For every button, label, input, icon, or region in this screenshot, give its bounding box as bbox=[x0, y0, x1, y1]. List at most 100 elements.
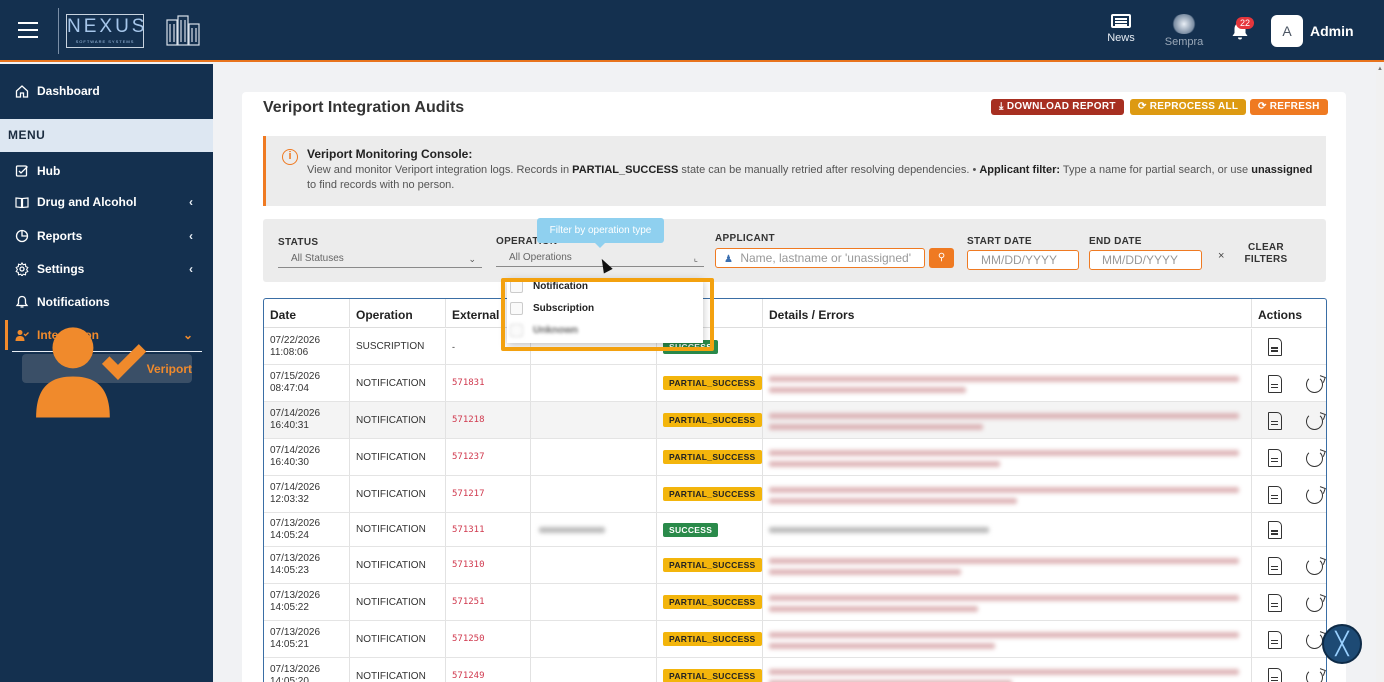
avatar[interactable]: A bbox=[1271, 15, 1303, 47]
operation-cell: NOTIFICATION bbox=[350, 621, 446, 657]
table-row[interactable]: 07/13/2026 14:05:21 NOTIFICATION 571250 PART… bbox=[264, 621, 1326, 658]
download-report-button[interactable]: ⤓ DOWNLOAD REPORT bbox=[991, 99, 1124, 115]
blurred-details bbox=[769, 527, 989, 533]
view-document-icon[interactable] bbox=[1268, 630, 1282, 649]
search-button[interactable]: ⚲ bbox=[929, 248, 954, 268]
table-row[interactable]: 07/13/2026 14:05:22 NOTIFICATION 571251 PART… bbox=[264, 584, 1326, 621]
applicant-cell bbox=[531, 439, 657, 475]
blurred-details bbox=[769, 642, 995, 649]
blurred-details bbox=[769, 449, 1239, 456]
retry-icon[interactable] bbox=[1306, 486, 1323, 504]
actions-cell bbox=[1252, 365, 1326, 401]
sidebar-item-settings[interactable]: Settings ‹ bbox=[0, 254, 213, 284]
external-id-cell[interactable]: 571250 bbox=[446, 621, 531, 657]
pie-chart-icon bbox=[15, 229, 29, 243]
page-scrollbar[interactable] bbox=[1376, 64, 1384, 682]
audits-table: Date Operation External Details / Errors… bbox=[263, 298, 1327, 682]
blurred-details bbox=[769, 423, 983, 430]
retry-icon[interactable] bbox=[1306, 594, 1323, 612]
status-badge: PARTIAL_SUCCESS bbox=[663, 595, 762, 609]
date-cell: 07/22/2026 11:08:06 bbox=[264, 329, 350, 364]
table-row[interactable]: 07/14/2026 16:40:31 NOTIFICATION 571218 PART… bbox=[264, 402, 1326, 439]
clear-x-icon[interactable]: × bbox=[1218, 250, 1224, 262]
view-document-icon[interactable] bbox=[1268, 411, 1282, 430]
resize-corner-icon: ⌞ bbox=[693, 253, 698, 263]
start-date-label: START DATE bbox=[967, 236, 1032, 247]
hamburger-menu-icon[interactable] bbox=[18, 22, 38, 38]
assistant-fab-button[interactable]: ╳ bbox=[1322, 624, 1362, 664]
operation-cell: NOTIFICATION bbox=[350, 365, 446, 401]
column-details[interactable]: Details / Errors bbox=[763, 299, 1252, 328]
sidebar-item-dashboard[interactable]: Dashboard bbox=[0, 76, 213, 106]
scroll-up-arrow-icon[interactable]: ▲ bbox=[1377, 66, 1383, 72]
operation-tooltip: Filter by operation type bbox=[537, 218, 664, 248]
applicant-search-input[interactable]: ♟ Name, lastname or 'unassigned' bbox=[715, 248, 925, 268]
table-row[interactable]: 07/13/2026 14:05:24 NOTIFICATION 571311 SUCC… bbox=[264, 513, 1326, 547]
details-cell bbox=[763, 584, 1252, 620]
table-row[interactable]: 07/15/2026 08:47:04 NOTIFICATION 571831 PART… bbox=[264, 365, 1326, 402]
table-row[interactable]: 07/13/2026 14:05:20 NOTIFICATION 571249 PART… bbox=[264, 658, 1326, 682]
external-id-cell[interactable]: 571217 bbox=[446, 476, 531, 512]
info-banner: i Veriport Monitoring Console: View and … bbox=[263, 136, 1326, 206]
news-button[interactable]: News bbox=[1104, 14, 1138, 44]
table-row[interactable]: 07/14/2026 12:03:32 NOTIFICATION 571217 PART… bbox=[264, 476, 1326, 513]
retry-icon[interactable] bbox=[1306, 375, 1323, 393]
start-date-input[interactable]: MM/DD/YYYY bbox=[967, 250, 1079, 270]
person-icon: ♟ bbox=[724, 254, 733, 265]
date-cell: 07/13/2026 14:05:23 bbox=[264, 547, 350, 583]
external-id-cell[interactable]: 571218 bbox=[446, 402, 531, 438]
user-name[interactable]: Admin bbox=[1310, 23, 1354, 39]
view-document-icon[interactable] bbox=[1268, 374, 1282, 393]
status-select[interactable]: All Statuses ⌄ bbox=[278, 250, 482, 268]
sidebar-item-veriport[interactable]: Veriport bbox=[22, 327, 192, 418]
table-row[interactable]: 07/14/2026 16:40:30 NOTIFICATION 571237 PART… bbox=[264, 439, 1326, 476]
actions-cell bbox=[1252, 402, 1326, 438]
external-id-cell[interactable]: 571249 bbox=[446, 658, 531, 682]
retry-icon[interactable] bbox=[1306, 557, 1323, 575]
blurred-details bbox=[769, 668, 1239, 675]
actions-cell bbox=[1252, 584, 1326, 620]
actions-cell bbox=[1252, 439, 1326, 475]
external-id-cell[interactable]: 571237 bbox=[446, 439, 531, 475]
external-id-cell[interactable]: 571251 bbox=[446, 584, 531, 620]
external-id-cell[interactable]: 571310 bbox=[446, 547, 531, 583]
blurred-details bbox=[769, 386, 966, 393]
end-date-input[interactable]: MM/DD/YYYY bbox=[1089, 250, 1202, 270]
retry-icon[interactable] bbox=[1306, 412, 1323, 430]
clear-filters-button[interactable]: CLEAR FILTERS bbox=[1241, 242, 1291, 266]
view-document-icon[interactable] bbox=[1268, 448, 1282, 467]
info-title: Veriport Monitoring Console: bbox=[307, 147, 473, 161]
actions-cell bbox=[1252, 476, 1326, 512]
table-row[interactable]: 07/13/2026 14:05:23 NOTIFICATION 571310 PART… bbox=[264, 547, 1326, 584]
sidebar-item-reports[interactable]: Reports ‹ bbox=[0, 221, 213, 251]
sempra-button[interactable]: Sempra bbox=[1162, 14, 1206, 48]
applicant-cell bbox=[531, 513, 657, 546]
view-document-icon[interactable] bbox=[1268, 521, 1282, 539]
view-document-icon[interactable] bbox=[1268, 338, 1282, 356]
sidebar-item-hub[interactable]: Hub bbox=[0, 156, 213, 186]
status-badge: PARTIAL_SUCCESS bbox=[663, 669, 762, 682]
refresh-button[interactable]: ⟳ REFRESH bbox=[1250, 99, 1328, 115]
external-id-cell[interactable]: 571311 bbox=[446, 513, 531, 546]
reprocess-all-button[interactable]: ⟳ REPROCESS ALL bbox=[1130, 99, 1247, 115]
retry-icon[interactable] bbox=[1306, 449, 1323, 467]
applicant-cell bbox=[531, 621, 657, 657]
column-operation[interactable]: Operation bbox=[350, 299, 446, 328]
retry-icon[interactable] bbox=[1306, 668, 1323, 682]
view-document-icon[interactable] bbox=[1268, 667, 1282, 682]
applicant-cell bbox=[531, 476, 657, 512]
status-cell: PARTIAL_SUCCESS bbox=[657, 402, 763, 438]
retry-icon[interactable] bbox=[1306, 631, 1323, 649]
status-cell: PARTIAL_SUCCESS bbox=[657, 547, 763, 583]
table-row[interactable]: 07/22/2026 11:08:06 SUSCRIPTION - SUCCESS bbox=[264, 329, 1326, 365]
date-cell: 07/13/2026 14:05:21 bbox=[264, 621, 350, 657]
column-actions: Actions bbox=[1258, 308, 1303, 322]
sidebar-item-drug-and-alcohol[interactable]: Drug and Alcohol ‹ bbox=[0, 187, 213, 217]
view-document-icon[interactable] bbox=[1268, 485, 1282, 504]
bell-outline-icon bbox=[15, 295, 29, 308]
column-date[interactable]: Date bbox=[264, 299, 350, 328]
sync-icon: ⟳ bbox=[1138, 101, 1147, 112]
view-document-icon[interactable] bbox=[1268, 593, 1282, 612]
view-document-icon[interactable] bbox=[1268, 556, 1282, 575]
external-id-cell[interactable]: 571831 bbox=[446, 365, 531, 401]
